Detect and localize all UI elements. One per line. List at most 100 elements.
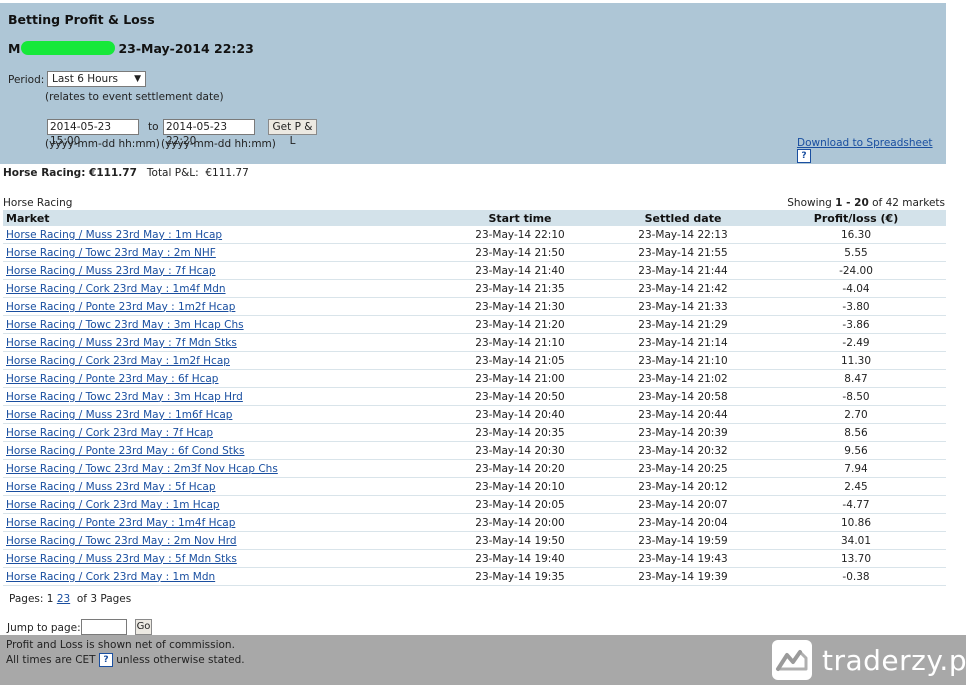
profit-loss-cell-container: -4.04 (763, 279, 946, 298)
market-link[interactable]: Horse Racing / Cork 23rd May : 1m2f Hcap (6, 355, 230, 367)
table-header-row: Market Start time Settled date Profit/lo… (3, 210, 946, 226)
market-link[interactable]: Horse Racing / Ponte 23rd May : 1m2f Hca… (6, 301, 235, 313)
market-link-container: Horse Racing / Ponte 23rd May : 6f Hcap (3, 369, 437, 388)
profit-loss-cell-container: 8.56 (763, 423, 946, 442)
profit-loss-cell-container: 34.01 (763, 531, 946, 550)
settled-date-cell: 23-May-14 22:13 (638, 228, 728, 241)
period-select[interactable]: Last 6 Hours ▼ (47, 71, 146, 87)
jump-page-input[interactable] (81, 619, 127, 635)
start-time-cell-container: 23-May-14 20:05 (437, 495, 600, 514)
settled-date-cell-container: 23-May-14 21:29 (600, 315, 763, 334)
profit-loss-cell: 13.70 (840, 552, 872, 565)
profit-loss-cell: 8.56 (844, 426, 868, 439)
start-time-cell-container: 23-May-14 20:35 (437, 423, 600, 442)
settled-date-cell-container: 23-May-14 20:39 (600, 423, 763, 442)
market-link[interactable]: Horse Racing / Towc 23rd May : 2m3f Nov … (6, 463, 278, 475)
profit-loss-cell: 11.30 (840, 354, 872, 367)
settled-date-cell: 23-May-14 19:43 (638, 552, 728, 565)
market-link-container: Horse Racing / Muss 23rd May : 1m Hcap (3, 226, 437, 244)
profit-loss-cell-container: 7.94 (763, 459, 946, 478)
settled-date-cell: 23-May-14 20:12 (638, 480, 728, 493)
market-link[interactable]: Horse Racing / Ponte 23rd May : 6f Hcap (6, 373, 218, 385)
page-link-3[interactable]: 3 (64, 593, 71, 605)
market-link[interactable]: Horse Racing / Muss 23rd May : 1m Hcap (6, 229, 222, 241)
market-link[interactable]: Horse Racing / Cork 23rd May : 1m4f Mdn (6, 283, 226, 295)
start-time-cell-container: 23-May-14 21:00 (437, 369, 600, 388)
table-row: Horse Racing / Ponte 23rd May : 6f Cond … (3, 441, 946, 460)
market-link[interactable]: Horse Racing / Ponte 23rd May : 6f Cond … (6, 445, 244, 457)
market-link[interactable]: Horse Racing / Towc 23rd May : 2m Nov Hr… (6, 535, 237, 547)
start-time-cell-container: 23-May-14 21:30 (437, 297, 600, 316)
total-pl-value: €111.77 (205, 167, 249, 179)
profit-loss-cell-container: -8.50 (763, 387, 946, 406)
profit-loss-cell: -8.50 (842, 390, 870, 403)
market-link[interactable]: Horse Racing / Muss 23rd May : 7f Hcap (6, 265, 216, 277)
market-link[interactable]: Horse Racing / Cork 23rd May : 1m Mdn (6, 571, 215, 583)
market-link-container: Horse Racing / Towc 23rd May : 2m NHF (3, 243, 437, 262)
settled-date-cell: 23-May-14 20:39 (638, 426, 728, 439)
settled-date-cell-container: 23-May-14 21:10 (600, 351, 763, 370)
user-datetime-line: M 23-May-2014 22:23 (8, 41, 254, 56)
settled-date-cell-container: 23-May-14 21:55 (600, 243, 763, 262)
table-row: Horse Racing / Ponte 23rd May : 6f Hcap 2… (3, 369, 946, 388)
traderzy-logo-icon (772, 640, 812, 680)
market-link-container: Horse Racing / Towc 23rd May : 3m Hcap C… (3, 315, 437, 334)
timezone-note: All times are CET ? unless otherwise sta… (6, 653, 245, 667)
go-button[interactable]: Go (135, 619, 152, 635)
settled-date-cell-container: 23-May-14 20:44 (600, 405, 763, 424)
market-link-container: Horse Racing / Cork 23rd May : 1m4f Mdn (3, 279, 437, 298)
download-spreadsheet-link[interactable]: Download to Spreadsheet ? (797, 137, 946, 163)
profit-loss-cell-container: -0.38 (763, 567, 946, 586)
market-link-container: Horse Racing / Muss 23rd May : 7f Hcap (3, 261, 437, 280)
get-pl-button[interactable]: Get P & L (268, 119, 317, 147)
settled-date-cell: 23-May-14 21:10 (638, 354, 728, 367)
markets-table: Market Start time Settled date Profit/lo… (3, 210, 946, 586)
profit-loss-cell-container: 8.47 (763, 369, 946, 388)
footer: Profit and Loss is shown net of commissi… (0, 635, 966, 685)
market-link-container: Horse Racing / Cork 23rd May : 1m2f Hcap (3, 351, 437, 370)
start-time-cell-container: 23-May-14 22:10 (437, 226, 600, 244)
settled-date-cell-container: 23-May-14 21:02 (600, 369, 763, 388)
start-time-cell-container: 23-May-14 21:05 (437, 351, 600, 370)
market-link[interactable]: Horse Racing / Muss 23rd May : 5f Mdn St… (6, 553, 237, 565)
start-time-cell-container: 23-May-14 20:00 (437, 513, 600, 532)
settled-date-cell-container: 23-May-14 21:33 (600, 297, 763, 316)
start-time-cell-container: 23-May-14 19:40 (437, 549, 600, 568)
profit-loss-cell: 8.47 (844, 372, 868, 385)
dropdown-arrow-icon: ▼ (134, 74, 141, 84)
profit-loss-cell: 7.94 (844, 462, 868, 475)
start-time-cell-container: 23-May-14 21:10 (437, 333, 600, 352)
profit-loss-cell: -4.04 (842, 282, 870, 295)
market-link[interactable]: Horse Racing / Cork 23rd May : 7f Hcap (6, 427, 213, 439)
to-date-input[interactable]: 2014-05-23 22:20 (163, 119, 255, 147)
from-date-input[interactable]: 2014-05-23 15:00 (47, 119, 139, 147)
timezone-help-icon[interactable]: ? (98, 653, 113, 667)
page-link-2[interactable]: 2 (57, 593, 64, 605)
market-link[interactable]: Horse Racing / Towc 23rd May : 2m NHF (6, 247, 216, 259)
column-header-settled-date: Settled date (600, 210, 763, 226)
market-link[interactable]: Horse Racing / Muss 23rd May : 5f Hcap (6, 481, 216, 493)
profit-loss-cell: 16.30 (840, 228, 872, 241)
table-row: Horse Racing / Towc 23rd May : 2m3f Nov … (3, 459, 946, 478)
showing-suffix: of 42 markets (872, 197, 945, 209)
market-link[interactable]: Horse Racing / Muss 23rd May : 7f Mdn St… (6, 337, 237, 349)
profit-loss-cell-container: 10.86 (763, 513, 946, 532)
table-row: Horse Racing / Cork 23rd May : 1m Hcap 23… (3, 495, 946, 514)
start-time-cell: 23-May-14 21:00 (475, 372, 565, 385)
start-time-cell: 23-May-14 20:30 (475, 444, 565, 457)
market-link-container: Horse Racing / Towc 23rd May : 2m3f Nov … (3, 459, 437, 478)
market-link[interactable]: Horse Racing / Towc 23rd May : 3m Hcap H… (6, 391, 243, 403)
market-link-container: Horse Racing / Ponte 23rd May : 6f Cond … (3, 441, 437, 460)
start-time-cell-container: 23-May-14 21:50 (437, 243, 600, 262)
market-link[interactable]: Horse Racing / Cork 23rd May : 1m Hcap (6, 499, 220, 511)
market-link[interactable]: Horse Racing / Towc 23rd May : 3m Hcap C… (6, 319, 244, 331)
market-link[interactable]: Horse Racing / Muss 23rd May : 1m6f Hcap (6, 409, 232, 421)
profit-loss-cell: -0.38 (842, 570, 870, 583)
profit-loss-cell: 10.86 (840, 516, 872, 529)
help-icon[interactable]: ? (797, 149, 811, 163)
settled-date-cell: 23-May-14 21:29 (638, 318, 728, 331)
profit-loss-cell-container: 2.45 (763, 477, 946, 496)
market-link[interactable]: Horse Racing / Ponte 23rd May : 1m4f Hca… (6, 517, 235, 529)
settled-date-cell: 23-May-14 20:58 (638, 390, 728, 403)
download-link-label[interactable]: Download to Spreadsheet (797, 137, 933, 149)
